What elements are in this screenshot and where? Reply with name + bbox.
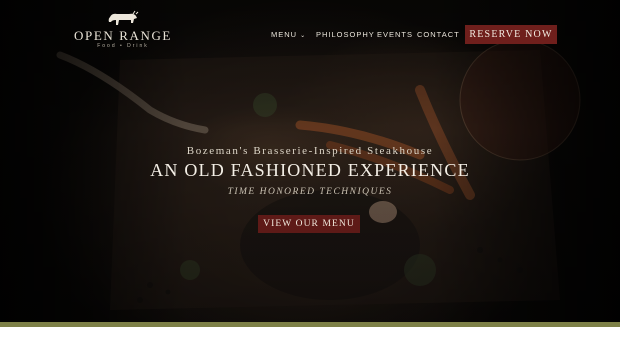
nav-item-menu[interactable]: MENU ⌄ (271, 30, 306, 39)
bull-icon (108, 10, 139, 25)
view-menu-button[interactable]: VIEW OUR MENU (258, 215, 360, 233)
hero-tagline: Bozeman's Brasserie-Inspired Steakhouse (186, 145, 434, 157)
hero-section: OPEN RANGE Food • Drink MENU ⌄ PHILOSOPHY… (0, 0, 620, 322)
nav-item-events[interactable]: EVENTS (377, 30, 413, 39)
brand-subtitle: Food • Drink (97, 43, 149, 49)
hero-headline: AN OLD FASHIONED EXPERIENCE (150, 160, 470, 180)
chevron-down-icon: ⌄ (300, 33, 307, 39)
brand-name: OPEN RANGE (74, 28, 172, 43)
logo[interactable]: OPEN RANGE Food • Drink (72, 10, 174, 52)
reserve-now-button[interactable]: RESERVE NOW (465, 25, 557, 44)
nav-item-label: MENU (271, 30, 298, 39)
nav-item-philosophy[interactable]: PHILOSOPHY (316, 30, 375, 39)
nav-item-label: CONTACT (417, 30, 460, 39)
page-below-fold (0, 327, 620, 343)
nav-item-label: EVENTS (377, 30, 414, 39)
nav-item-label: PHILOSOPHY (316, 30, 375, 39)
hero-subheadline: TIME HONORED TECHNIQUES (227, 187, 393, 197)
nav-item-contact[interactable]: CONTACT (417, 30, 460, 39)
